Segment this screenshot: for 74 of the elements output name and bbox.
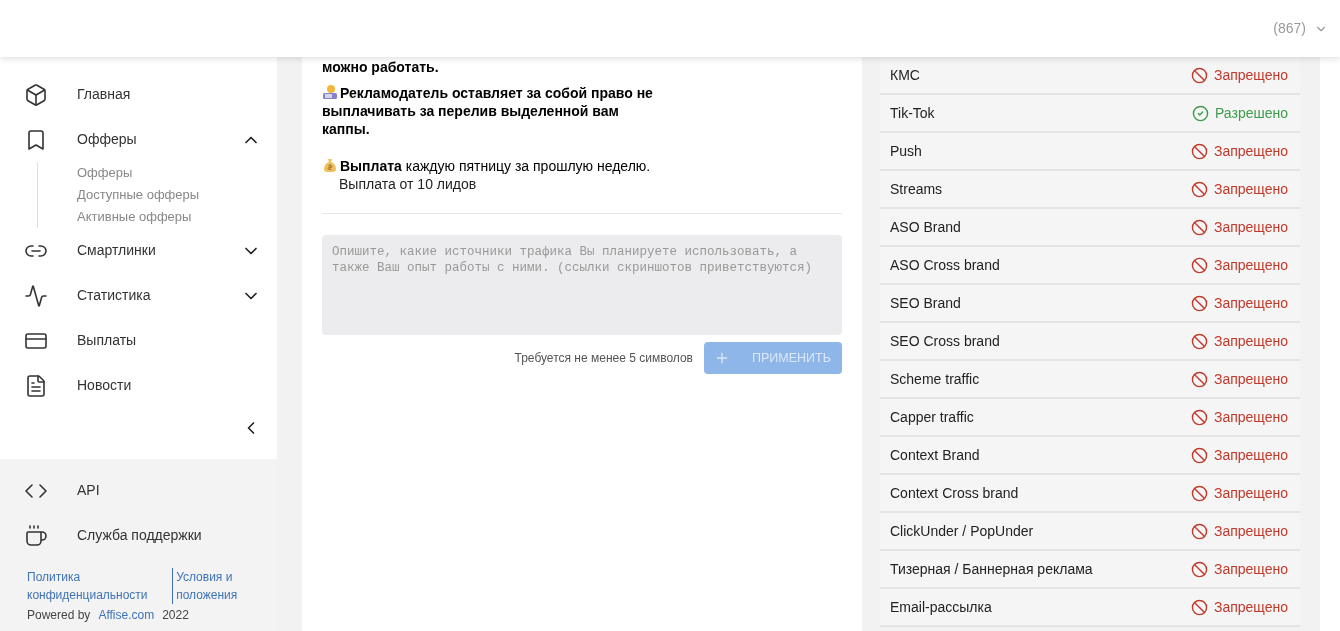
check-circle-icon xyxy=(1191,104,1209,122)
traffic-status: Запрещено xyxy=(1190,140,1290,162)
year-text: 2022 xyxy=(162,607,189,624)
nav-item[interactable]: Служба поддержки xyxy=(24,513,261,558)
footer-link[interactable]: Политика конфиденциальности xyxy=(24,568,173,604)
traffic-status: Запрещено xyxy=(1190,520,1290,542)
traffic-status: Запрещено xyxy=(1190,216,1290,238)
person-laptop-icon xyxy=(322,84,338,100)
offer-note: Выплата от 10 лидов xyxy=(338,175,478,193)
powered-by-text: Powered by xyxy=(27,607,91,624)
nav-subitem[interactable]: Активные офферы xyxy=(77,206,261,228)
traffic-source: Capper traffic xyxy=(890,407,974,427)
prohibited-icon xyxy=(1190,218,1208,236)
traffic-source: Scheme traffic xyxy=(890,369,980,389)
pulse-icon xyxy=(24,283,48,308)
nav-item[interactable]: Главная xyxy=(24,72,261,117)
prohibited-icon xyxy=(1190,256,1208,274)
prohibited-icon xyxy=(1190,294,1208,312)
traffic-source: ClickUnder / PopUnder xyxy=(890,521,1034,541)
cube-icon xyxy=(24,82,48,107)
traffic-status: Запрещено xyxy=(1190,178,1290,200)
document-icon xyxy=(24,373,48,398)
plus-icon xyxy=(714,350,730,366)
traffic-status: Запрещено xyxy=(1190,406,1290,428)
traffic-source: КМС xyxy=(890,65,920,85)
cup-icon xyxy=(24,523,48,548)
traffic-sources-field[interactable]: Опишите, какие источники трафика Вы планируете использовать, а также Ваш опыт работы с ними. (ссылки скриншотов приветствуются) xyxy=(322,235,842,335)
footer-link[interactable]: Условия и положения xyxy=(172,568,261,604)
traffic-status: Разрешено xyxy=(1191,102,1290,124)
traffic-status: Запрещено xyxy=(1190,292,1290,314)
prohibited-icon xyxy=(1190,180,1208,198)
traffic-status: Запрещено xyxy=(1190,482,1290,504)
nav-item[interactable]: Выплаты xyxy=(24,318,261,363)
prohibited-icon xyxy=(1190,142,1208,160)
nav-item[interactable]: Статистика xyxy=(24,273,261,318)
traffic-status: Запрещено xyxy=(1190,558,1290,580)
traffic-source: Email-рассылка xyxy=(890,597,992,617)
offer-note: Выплата каждую пятницу за прошлую неделю. xyxy=(322,157,667,175)
nav-item[interactable]: Офферы xyxy=(24,117,261,162)
nav-subitem[interactable]: Доступные офферы xyxy=(77,184,261,206)
prohibited-icon xyxy=(1190,598,1208,616)
validation-hint: Требуется не менее 5 символов xyxy=(514,350,693,367)
offer-note: Рекламодатель оставляет за собой право не выплачивать за перелив выделенной вам каппы. xyxy=(322,84,654,138)
prohibited-icon xyxy=(1190,446,1208,464)
traffic-source: ASO Cross brand xyxy=(890,255,1000,275)
affise-link[interactable]: Affise.com xyxy=(98,606,155,624)
traffic-source: SEO Brand xyxy=(890,293,961,313)
prohibited-icon xyxy=(1190,408,1208,426)
traffic-source: Tik-Tok xyxy=(890,103,935,123)
traffic-source: ASO Brand xyxy=(890,217,961,237)
traffic-status: Запрещено xyxy=(1190,596,1290,618)
prohibited-icon xyxy=(1190,370,1208,388)
prohibited-icon xyxy=(1190,332,1208,350)
traffic-source: Тизерная / Баннерная реклама xyxy=(890,559,1093,579)
money-bag-icon xyxy=(322,157,338,173)
traffic-status: Запрещено xyxy=(1190,444,1290,466)
prohibited-icon xyxy=(1190,66,1208,84)
nav-item[interactable]: API xyxy=(24,468,261,513)
traffic-status: Запрещено xyxy=(1190,330,1290,352)
traffic-status: Запрещено xyxy=(1190,64,1290,86)
prohibited-icon xyxy=(1190,560,1208,578)
offer-note: можно работать. xyxy=(322,58,440,76)
traffic-source: Streams xyxy=(890,179,943,199)
traffic-source: Context Cross brand xyxy=(890,483,1019,503)
traffic-status: Запрещено xyxy=(1190,254,1290,276)
prohibited-icon xyxy=(1190,522,1208,540)
nav-item[interactable]: Новости xyxy=(24,363,261,408)
traffic-source: Push xyxy=(890,141,922,161)
nav-item[interactable]: Смартлинки xyxy=(24,228,261,273)
prohibited-icon xyxy=(1190,484,1208,502)
traffic-source: Context Brand xyxy=(890,445,980,465)
traffic-status: Запрещено xyxy=(1190,368,1290,390)
nav-subitem[interactable]: Офферы xyxy=(77,162,261,184)
traffic-source: SEO Cross brand xyxy=(890,331,1000,351)
